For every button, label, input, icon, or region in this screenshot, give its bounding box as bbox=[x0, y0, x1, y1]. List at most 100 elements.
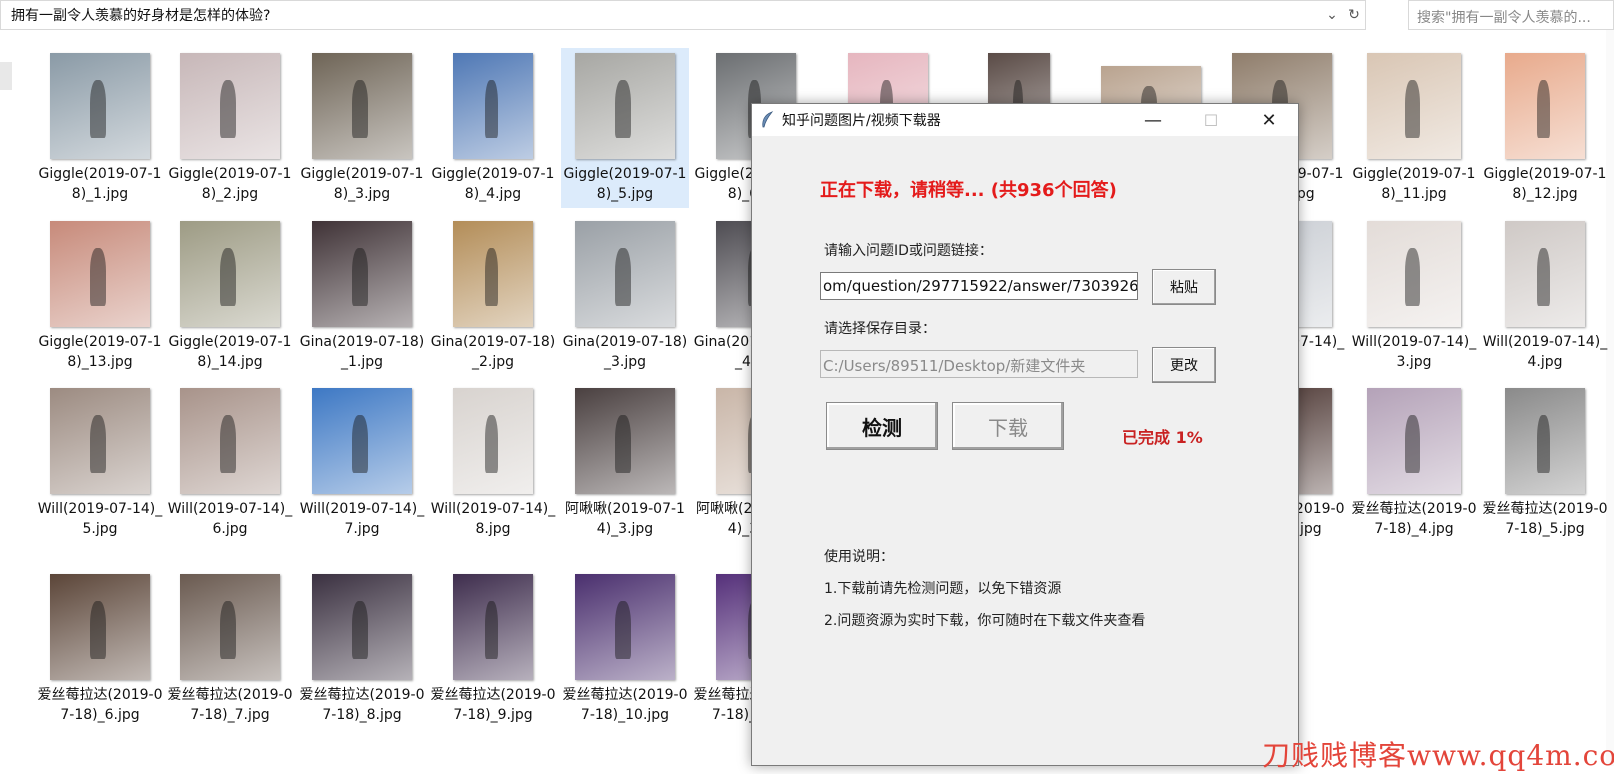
file-item[interactable]: 爱丝莓拉达(2019-07-18)_6.jpg bbox=[36, 569, 164, 729]
file-name[interactable]: Will(2019-07-14)_4.jpg bbox=[1481, 332, 1609, 372]
thumbnail-image bbox=[180, 388, 280, 494]
file-name[interactable]: Giggle(2019-07-18)_12.jpg bbox=[1481, 164, 1609, 204]
file-item[interactable]: Giggle(2019-07-18)_3.jpg bbox=[298, 48, 426, 208]
file-thumbnail[interactable] bbox=[1364, 221, 1464, 327]
file-name[interactable]: 爱丝莓拉达(2019-07-18)_7.jpg bbox=[166, 685, 294, 725]
file-item[interactable]: Will(2019-07-14)_7.jpg bbox=[298, 383, 426, 543]
file-thumbnail[interactable] bbox=[575, 53, 675, 159]
file-item[interactable]: Giggle(2019-07-18)_1.jpg bbox=[36, 48, 164, 208]
file-item[interactable]: Gina(2019-07-18)_1.jpg bbox=[298, 216, 426, 376]
file-thumbnail[interactable] bbox=[180, 388, 280, 494]
change-dir-button[interactable]: 更改 bbox=[1152, 347, 1216, 383]
paste-button[interactable]: 粘贴 bbox=[1152, 269, 1216, 305]
file-name[interactable]: 爱丝莓拉达(2019-07-18)_4.jpg bbox=[1350, 499, 1478, 539]
close-icon[interactable]: ✕ bbox=[1240, 104, 1298, 136]
file-thumbnail[interactable] bbox=[1495, 388, 1595, 494]
file-thumbnail[interactable] bbox=[443, 388, 543, 494]
file-item[interactable]: Will(2019-07-14)_3.jpg bbox=[1350, 216, 1478, 376]
question-input[interactable]: om/question/297715922/answer/730392675 bbox=[820, 272, 1138, 300]
file-thumbnail[interactable] bbox=[1495, 53, 1595, 159]
file-item[interactable]: 爱丝莓拉达(2019-07-18)_8.jpg bbox=[298, 569, 426, 729]
file-name[interactable]: Giggle(2019-07-18)_3.jpg bbox=[298, 164, 426, 204]
file-name[interactable]: Gina(2019-07-18)_2.jpg bbox=[429, 332, 557, 372]
save-dir-field[interactable]: C:/Users/89511/Desktop/新建文件夹 bbox=[820, 350, 1138, 378]
file-item[interactable]: Will(2019-07-14)_8.jpg bbox=[429, 383, 557, 543]
file-thumbnail[interactable] bbox=[443, 221, 543, 327]
maximize-icon[interactable]: ☐ bbox=[1182, 104, 1240, 136]
file-name[interactable]: Giggle(2019-07-18)_2.jpg bbox=[166, 164, 294, 204]
file-thumbnail[interactable] bbox=[50, 221, 150, 327]
thumbnail-image bbox=[575, 388, 675, 494]
file-item[interactable]: 爱丝莓拉达(2019-07-18)_4.jpg bbox=[1350, 383, 1478, 543]
file-name[interactable]: Giggle(2019-07-18)_13.jpg bbox=[36, 332, 164, 372]
file-thumbnail[interactable] bbox=[443, 574, 543, 680]
refresh-icon[interactable]: ↻ bbox=[1343, 1, 1365, 29]
file-thumbnail[interactable] bbox=[50, 53, 150, 159]
file-item[interactable]: 爱丝莓拉达(2019-07-18)_9.jpg bbox=[429, 569, 557, 729]
file-name[interactable]: Giggle(2019-07-18)_14.jpg bbox=[166, 332, 294, 372]
file-thumbnail[interactable] bbox=[575, 221, 675, 327]
file-item[interactable]: Giggle(2019-07-18)_2.jpg bbox=[166, 48, 294, 208]
file-thumbnail[interactable] bbox=[312, 388, 412, 494]
file-item[interactable]: Giggle(2019-07-18)_14.jpg bbox=[166, 216, 294, 376]
file-item[interactable]: Gina(2019-07-18)_2.jpg bbox=[429, 216, 557, 376]
address-bar[interactable]: 拥有一副令人羡慕的好身材是怎样的体验? ⌄ ↻ bbox=[0, 0, 1366, 30]
file-thumbnail[interactable] bbox=[443, 53, 543, 159]
file-name[interactable]: Giggle(2019-07-18)_5.jpg bbox=[561, 164, 689, 204]
file-name[interactable]: Gina(2019-07-18)_3.jpg bbox=[561, 332, 689, 372]
file-thumbnail[interactable] bbox=[1495, 221, 1595, 327]
address-path[interactable]: 拥有一副令人羡慕的好身材是怎样的体验? bbox=[1, 5, 1321, 25]
file-item[interactable]: Giggle(2019-07-18)_4.jpg bbox=[429, 48, 557, 208]
file-thumbnail[interactable] bbox=[1364, 53, 1464, 159]
minimize-icon[interactable]: — bbox=[1124, 104, 1182, 136]
file-item[interactable]: Gina(2019-07-18)_3.jpg bbox=[561, 216, 689, 376]
file-thumbnail[interactable] bbox=[180, 53, 280, 159]
file-name[interactable]: 阿啾啾(2019-07-14)_3.jpg bbox=[561, 499, 689, 539]
file-item[interactable]: Giggle(2019-07-18)_12.jpg bbox=[1481, 48, 1609, 208]
file-item[interactable]: Giggle(2019-07-18)_13.jpg bbox=[36, 216, 164, 376]
file-item[interactable]: 爱丝莓拉达(2019-07-18)_5.jpg bbox=[1481, 383, 1609, 543]
file-thumbnail[interactable] bbox=[50, 388, 150, 494]
file-thumbnail[interactable] bbox=[575, 388, 675, 494]
file-item[interactable]: Will(2019-07-14)_5.jpg bbox=[36, 383, 164, 543]
thumbnail-image bbox=[453, 388, 533, 494]
thumbnail-image bbox=[453, 53, 533, 159]
file-name[interactable]: 爱丝莓拉达(2019-07-18)_6.jpg bbox=[36, 685, 164, 725]
file-thumbnail[interactable] bbox=[50, 574, 150, 680]
file-thumbnail[interactable] bbox=[312, 53, 412, 159]
file-item[interactable]: Will(2019-07-14)_6.jpg bbox=[166, 383, 294, 543]
thumbnail-image bbox=[1505, 388, 1585, 494]
file-name[interactable]: Will(2019-07-14)_6.jpg bbox=[166, 499, 294, 539]
file-name[interactable]: Will(2019-07-14)_3.jpg bbox=[1350, 332, 1478, 372]
file-thumbnail[interactable] bbox=[575, 574, 675, 680]
file-thumbnail[interactable] bbox=[1364, 388, 1464, 494]
watermark: 刀贱贱博客www.qq4m.com bbox=[1262, 739, 1614, 772]
window-titlebar[interactable]: 知乎问题图片/视频下载器 — ☐ ✕ bbox=[752, 104, 1298, 136]
file-name[interactable]: Will(2019-07-14)_5.jpg bbox=[36, 499, 164, 539]
search-input[interactable]: 搜索"拥有一副令人羡慕的... bbox=[1408, 0, 1614, 30]
download-button[interactable]: 下载 bbox=[952, 402, 1064, 450]
file-name[interactable]: Giggle(2019-07-18)_4.jpg bbox=[429, 164, 557, 204]
file-name[interactable]: Giggle(2019-07-18)_1.jpg bbox=[36, 164, 164, 204]
file-item[interactable]: 爱丝莓拉达(2019-07-18)_10.jpg bbox=[561, 569, 689, 729]
file-name[interactable]: Giggle(2019-07-18)_11.jpg bbox=[1350, 164, 1478, 204]
file-thumbnail[interactable] bbox=[312, 574, 412, 680]
file-name[interactable]: 爱丝莓拉达(2019-07-18)_5.jpg bbox=[1481, 499, 1609, 539]
detect-button[interactable]: 检测 bbox=[826, 402, 938, 450]
file-thumbnail[interactable] bbox=[180, 574, 280, 680]
downloader-window: 知乎问题图片/视频下载器 — ☐ ✕ 正在下载，请稍等... (共936个回答)… bbox=[751, 103, 1299, 766]
file-item[interactable]: 阿啾啾(2019-07-14)_3.jpg bbox=[561, 383, 689, 543]
file-name[interactable]: Gina(2019-07-18)_1.jpg bbox=[298, 332, 426, 372]
file-thumbnail[interactable] bbox=[180, 221, 280, 327]
file-name[interactable]: Will(2019-07-14)_7.jpg bbox=[298, 499, 426, 539]
file-item[interactable]: Giggle(2019-07-18)_11.jpg bbox=[1350, 48, 1478, 208]
file-name[interactable]: 爱丝莓拉达(2019-07-18)_9.jpg bbox=[429, 685, 557, 725]
file-item[interactable]: Giggle(2019-07-18)_5.jpg bbox=[561, 48, 689, 208]
file-name[interactable]: Will(2019-07-14)_8.jpg bbox=[429, 499, 557, 539]
file-name[interactable]: 爱丝莓拉达(2019-07-18)_10.jpg bbox=[561, 685, 689, 725]
file-item[interactable]: 爱丝莓拉达(2019-07-18)_7.jpg bbox=[166, 569, 294, 729]
chevron-down-icon[interactable]: ⌄ bbox=[1321, 1, 1343, 29]
file-item[interactable]: Will(2019-07-14)_4.jpg bbox=[1481, 216, 1609, 376]
file-name[interactable]: 爱丝莓拉达(2019-07-18)_8.jpg bbox=[298, 685, 426, 725]
file-thumbnail[interactable] bbox=[312, 221, 412, 327]
